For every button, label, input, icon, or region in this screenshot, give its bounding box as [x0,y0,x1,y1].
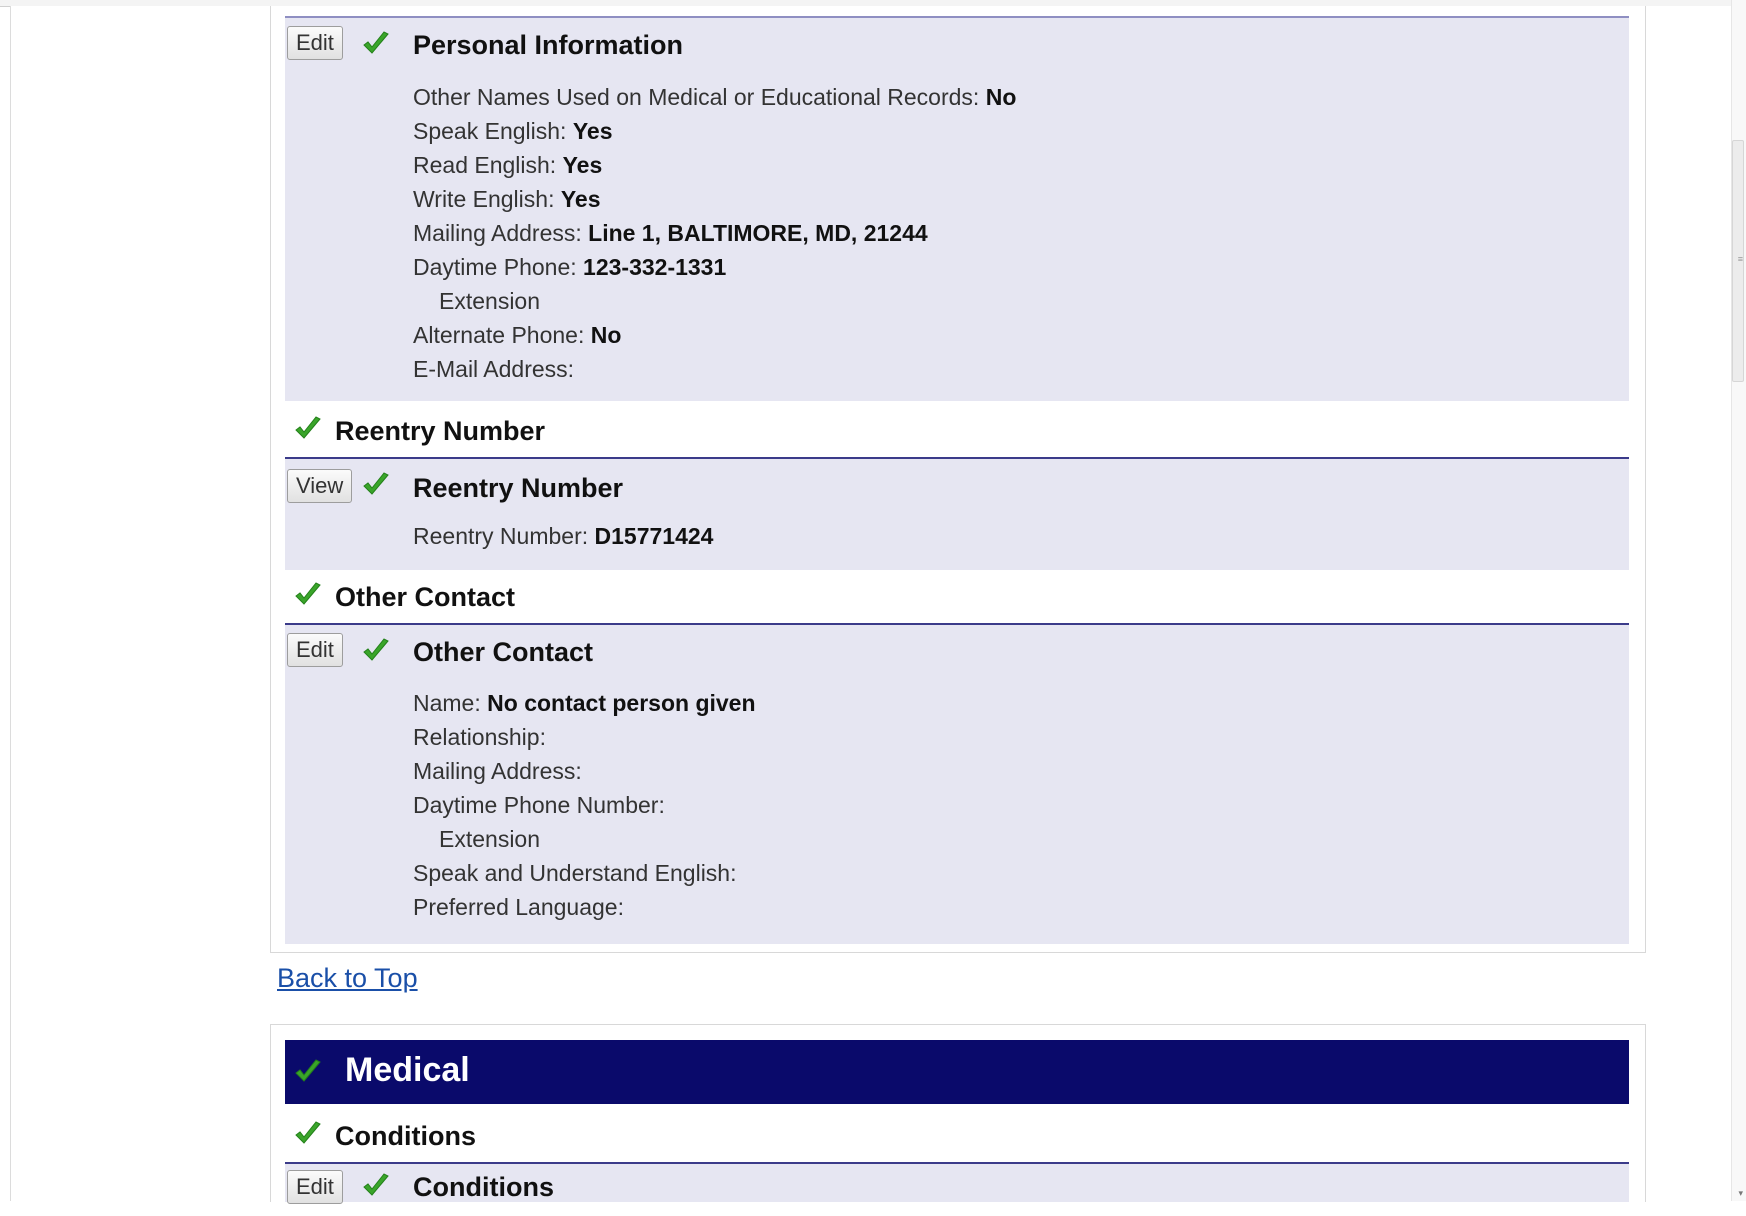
scrollbar-grip-icon: ≡ [1737,254,1743,264]
panel-title: Conditions [413,1172,554,1202]
check-icon [361,1172,391,1200]
field-reentry-number: Reentry Number: D15771424 [413,523,714,549]
field-daytime-phone: Daytime Phone: 123-332-1331 [413,254,727,280]
edit-personal-information-button[interactable]: Edit [287,26,343,60]
vertical-scrollbar[interactable]: ≡ ▾ [1731,0,1746,1201]
check-icon [293,581,323,609]
check-icon [293,1120,323,1148]
field-mailing-address: Mailing Address: Line 1, BALTIMORE, MD, … [413,220,928,246]
field-daytime-phone-number: Daytime Phone Number: [413,792,665,818]
field-contact-mailing-address: Mailing Address: [413,758,582,784]
field-other-names: Other Names Used on Medical or Education… [413,84,1017,110]
other-contact-fields: Name: No contact person given Relationsh… [413,686,756,924]
check-icon [361,471,391,499]
panel-title: Reentry Number [413,473,624,503]
edit-conditions-button[interactable]: Edit [287,1170,343,1204]
personal-information-panel: Edit Personal Information Other Names Us… [285,16,1629,401]
field-preferred-language: Preferred Language: [413,894,624,920]
field-contact-extension: Extension [439,826,541,852]
field-write-english: Write English: Yes [413,186,601,212]
scroll-down-arrow-icon[interactable]: ▾ [1738,1188,1743,1199]
field-relationship: Relationship: [413,724,546,750]
panel-header: Edit Personal Information [285,18,1629,70]
field-extension: Extension [439,288,541,314]
conditions-panel: Edit Conditions [285,1164,1629,1204]
check-icon [293,1058,323,1086]
section-title: Conditions [335,1121,476,1151]
check-icon [361,30,391,58]
field-alternate-phone: Alternate Phone: No [413,322,622,348]
medical-title: Medical [345,1051,470,1089]
panel-title: Personal Information [413,30,684,60]
edit-other-contact-button[interactable]: Edit [287,633,343,667]
panel-header: Edit Conditions [285,1164,1629,1216]
back-to-top-link[interactable]: Back to Top [277,963,418,994]
check-icon [361,637,391,665]
other-contact-panel: Edit Other Contact Name: No contact pers… [285,625,1629,944]
reentry-number-fields: Reentry Number: D15771424 [413,519,713,553]
medical-container: Medical Conditions Edit Conditions [270,1024,1646,1204]
panel-header: Edit Other Contact [285,625,1629,677]
check-icon [293,415,323,443]
personal-information-fields: Other Names Used on Medical or Education… [413,80,1016,386]
field-email-address: E-Mail Address: [413,356,575,382]
field-read-english: Read English: Yes [413,152,603,178]
section-title: Reentry Number [335,416,546,446]
section-title: Other Contact [335,582,516,612]
conditions-section-header: Conditions [285,1110,1629,1164]
panel-header: View Reentry Number [285,459,1629,511]
field-speak-english: Speak English: Yes [413,118,613,144]
field-speak-understand-english: Speak and Understand English: [413,860,737,886]
review-container: Edit Personal Information Other Names Us… [270,6,1646,953]
view-reentry-number-button[interactable]: View [287,469,353,503]
reentry-number-panel: View Reentry Number Reentry Number: D157… [285,459,1629,570]
other-contact-section-header: Other Contact [285,571,1629,625]
field-contact-name: Name: No contact person given [413,690,756,716]
panel-title: Other Contact [413,637,594,667]
reentry-number-section-header: Reentry Number [285,405,1629,459]
medical-header-bar: Medical [285,1040,1629,1104]
